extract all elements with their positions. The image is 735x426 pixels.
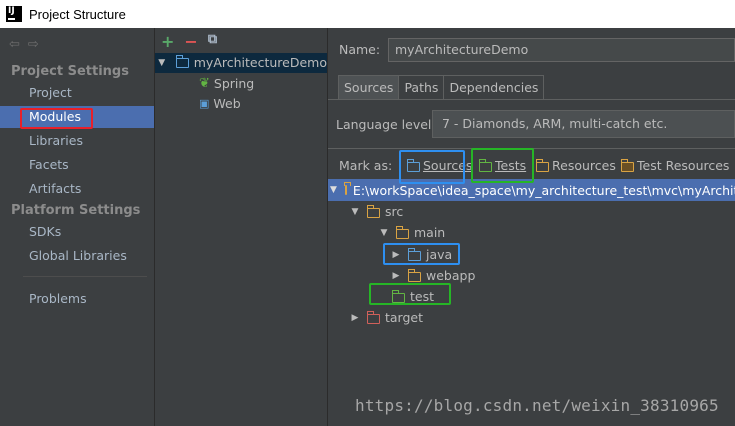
tree-item-label: main [414,225,446,240]
collapse-arrow-icon[interactable]: ▶ [348,313,362,323]
mark-as-resources-button[interactable]: Resources [535,158,616,173]
language-divider [328,148,735,149]
arrow-left-icon[interactable]: ⇦ [9,37,20,52]
project-settings-heading: Project Settings [11,64,129,79]
source-folder-icon [407,247,421,261]
tabs-divider [328,99,735,100]
folder-icon [344,182,352,195]
facet-label: Web [213,96,241,111]
name-label: Name: [339,42,381,57]
mark-as-tests-label: Tests [495,158,527,173]
excluded-folder-icon [366,310,380,324]
modules-panel: + − ⧉ ▼ myArchitectureDemo ❦ Spring ▣ We… [155,28,328,426]
module-details-panel: Name: myArchitectureDemo Sources Paths D… [328,28,735,426]
mark-as-resources-label: Resources [552,158,616,173]
tree-item-test[interactable]: test [391,289,435,304]
test-resources-folder-icon [620,158,634,172]
sidebar-item-facets[interactable]: Facets [0,154,154,176]
test-folder-icon [391,289,405,303]
module-folder-icon [175,55,189,68]
window-title-bar: IJ Project Structure [0,0,735,28]
folder-icon [407,268,421,282]
tree-item-webapp[interactable]: ▶ webapp [389,268,476,283]
expand-arrow-icon[interactable]: ▼ [348,207,362,217]
sidebar-item-libraries[interactable]: Libraries [0,130,154,152]
mark-as-test-resources-label: Test Resources [637,158,730,173]
module-tree-item[interactable]: ▼ myArchitectureDemo [155,53,327,73]
window-title: Project Structure [29,6,126,22]
tab-dependencies[interactable]: Dependencies [443,75,545,100]
intellij-app-icon: IJ [6,6,22,22]
tree-item-label: java [426,247,453,262]
tree-item-label: test [410,289,435,304]
expand-arrow-icon[interactable]: ▼ [330,185,337,195]
expand-arrow-icon[interactable]: ▼ [155,53,168,73]
sidebar-item-problems[interactable]: Problems [0,288,154,310]
facet-web[interactable]: ▣ Web [155,94,327,114]
spring-leaf-icon: ❦ [199,76,210,91]
platform-settings-heading: Platform Settings [11,203,141,218]
folder-icon [366,204,380,218]
sources-folder-icon [406,158,420,172]
module-name-field[interactable]: myArchitectureDemo [388,38,735,62]
remove-icon[interactable]: − [184,32,197,51]
mark-as-test-resources-button[interactable]: Test Resources [620,158,730,173]
tree-item-label: target [385,310,424,325]
tree-item-label: src [385,204,404,219]
tree-item-src[interactable]: ▼ src [348,204,404,219]
tree-item-target[interactable]: ▶ target [348,310,423,325]
settings-sidebar: ⇦ ⇨ Project Settings Project Modules Lib… [0,28,155,426]
module-name: myArchitectureDemo [193,55,327,70]
sidebar-separator [23,276,147,277]
tests-folder-icon [478,158,492,172]
tab-paths[interactable]: Paths [398,75,445,100]
collapse-arrow-icon[interactable]: ▶ [389,250,403,260]
arrow-right-icon[interactable]: ⇨ [28,37,39,52]
language-level-select[interactable]: 7 - Diamonds, ARM, multi-catch etc. [432,110,735,138]
web-facet-icon: ▣ [199,97,210,110]
content-root-row[interactable]: ▼ E:\workSpace\idea_space\my_architectur… [328,179,735,201]
sidebar-item-modules[interactable]: Modules [0,106,154,128]
sidebar-item-sdks[interactable]: SDKs [0,221,154,243]
add-icon[interactable]: + [161,32,174,51]
modules-toolbar: + − ⧉ [161,32,217,51]
resources-folder-icon [535,158,549,172]
mark-as-tests-button[interactable]: Tests [478,158,527,173]
collapse-arrow-icon[interactable]: ▶ [389,271,403,281]
tab-sources[interactable]: Sources [338,75,400,100]
sidebar-item-global-libraries[interactable]: Global Libraries [0,245,154,267]
sidebar-item-project[interactable]: Project [0,82,154,104]
tree-item-main[interactable]: ▼ main [377,225,446,240]
language-level-label: Language level: [336,117,436,132]
mark-as-sources-button[interactable]: Sources [406,158,473,173]
content-root-path: E:\workSpace\idea_space\my_architecture_… [352,182,735,198]
mark-as-sources-label: Sources [423,158,473,173]
expand-arrow-icon[interactable]: ▼ [377,228,391,238]
tree-item-java[interactable]: ▶ java [389,247,453,262]
watermark-url: https://blog.csdn.net/weixin_38310965 [355,396,719,415]
tree-item-label: webapp [426,268,476,283]
folder-icon [395,225,409,239]
copy-icon[interactable]: ⧉ [208,32,217,51]
nav-arrows: ⇦ ⇨ [9,37,39,52]
mark-as-label: Mark as: [339,158,393,173]
module-tabs: Sources Paths Dependencies [338,75,545,100]
sidebar-item-artifacts[interactable]: Artifacts [0,178,154,200]
facet-spring[interactable]: ❦ Spring [155,74,327,94]
facet-label: Spring [213,76,255,91]
